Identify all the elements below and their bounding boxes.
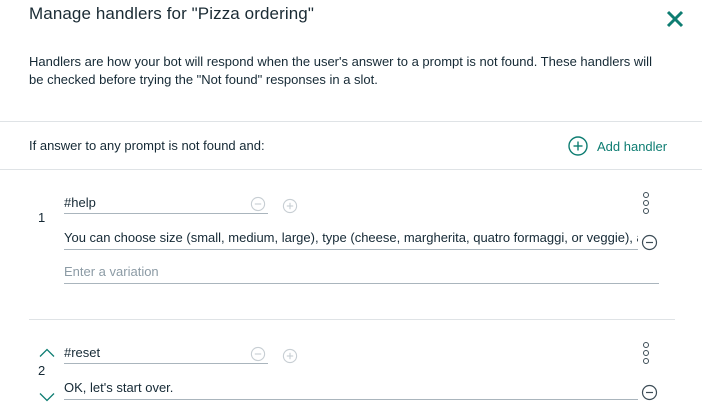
handler-number: 2	[38, 363, 46, 378]
add-condition-button[interactable]	[282, 348, 298, 369]
minus-circle-icon	[250, 346, 266, 362]
condition-input[interactable]: #help	[64, 192, 268, 214]
close-icon	[666, 10, 684, 28]
divider	[29, 319, 675, 320]
condition-input[interactable]: #reset	[64, 342, 268, 364]
remove-response-button[interactable]	[641, 384, 658, 402]
plus-circle-icon	[282, 348, 298, 364]
overflow-dot	[643, 200, 649, 206]
remove-condition-button[interactable]	[250, 196, 266, 217]
minus-circle-icon	[641, 234, 658, 251]
overflow-menu-icon	[643, 192, 649, 198]
plus-circle-icon	[282, 198, 298, 214]
remove-response-button[interactable]	[641, 234, 658, 256]
dialog-description: Handlers are how your bot will respond w…	[29, 54, 652, 87]
minus-circle-icon	[250, 196, 266, 212]
overflow-dot	[643, 208, 649, 214]
move-down-button[interactable]	[39, 389, 55, 402]
move-up-button[interactable]	[39, 345, 55, 363]
overflow-menu-button[interactable]	[642, 342, 650, 364]
close-button[interactable]	[665, 9, 685, 29]
chevron-down-icon	[39, 393, 55, 402]
variation-input[interactable]: Enter a variation	[64, 262, 659, 284]
condition-label: If answer to any prompt is not found and…	[29, 138, 265, 153]
plus-circle-icon	[568, 136, 588, 156]
overflow-dot	[643, 358, 649, 364]
overflow-menu-icon	[643, 342, 649, 348]
minus-circle-icon	[641, 384, 658, 401]
response-input[interactable]: You can choose size (small, medium, larg…	[64, 228, 638, 250]
divider	[0, 121, 702, 122]
divider	[0, 169, 702, 170]
handler-number: 1	[38, 210, 46, 225]
add-handler-button[interactable]: Add handler	[568, 136, 667, 156]
overflow-menu-button[interactable]	[642, 192, 650, 214]
add-condition-button[interactable]	[282, 198, 298, 219]
dialog-title: Manage handlers for "Pizza ordering"	[29, 4, 314, 23]
add-handler-label: Add handler	[597, 138, 668, 154]
remove-condition-button[interactable]	[250, 346, 266, 367]
overflow-dot	[643, 350, 649, 356]
response-input[interactable]: OK, let's start over.	[64, 378, 638, 400]
chevron-up-icon	[39, 348, 55, 357]
